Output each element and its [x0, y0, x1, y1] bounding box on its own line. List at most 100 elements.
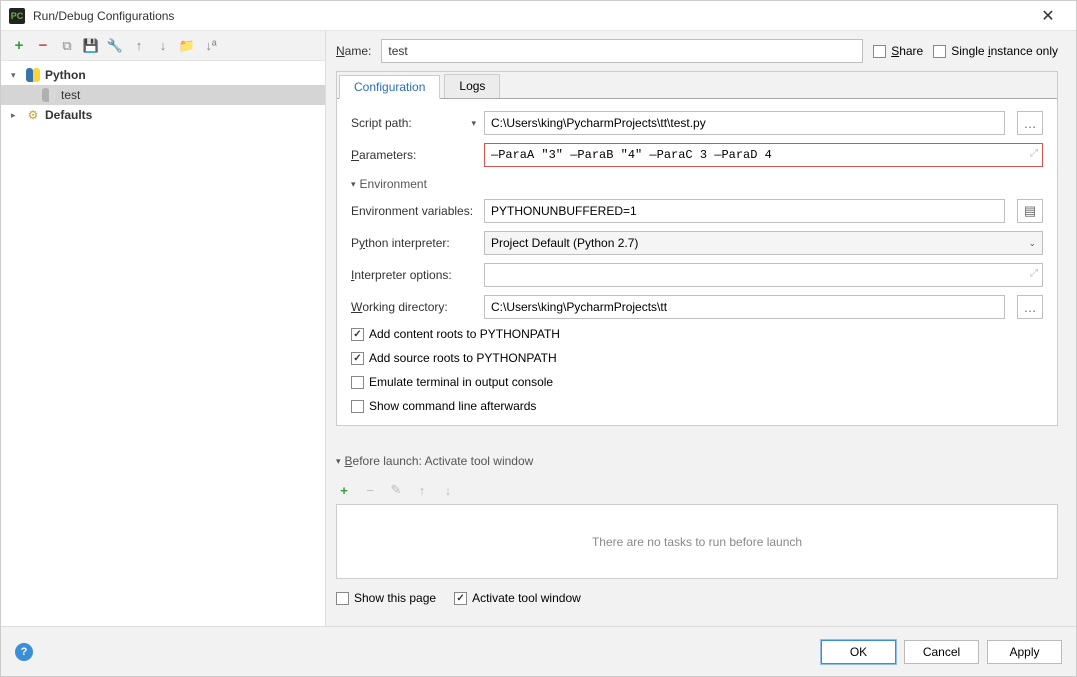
python-icon: [41, 87, 57, 103]
tree-label: Defaults: [45, 108, 92, 122]
tree-node-test[interactable]: test: [1, 85, 325, 105]
add-icon[interactable]: +: [336, 482, 352, 498]
browse-button[interactable]: …: [1017, 111, 1043, 135]
check-add-source-roots[interactable]: Add source roots to PYTHONPATH: [351, 351, 1043, 365]
script-path-field[interactable]: [491, 116, 998, 130]
single-instance-label: Single instance only: [951, 44, 1058, 58]
single-instance-checkbox[interactable]: Single instance only: [933, 44, 1058, 58]
working-dir-label: Working directory:: [351, 300, 476, 314]
chevron-down-icon: ▾: [11, 70, 21, 81]
interpreter-options-field[interactable]: [491, 268, 1036, 282]
tree-node-defaults[interactable]: ▸ ⚙ Defaults: [1, 105, 325, 125]
dialog-footer: ? OK Cancel Apply: [1, 626, 1076, 676]
gear-icon: ⚙: [25, 107, 41, 123]
apply-button[interactable]: Apply: [987, 640, 1062, 664]
close-icon[interactable]: ✕: [1028, 1, 1068, 31]
check-label: Add content roots to PYTHONPATH: [369, 327, 560, 341]
env-vars-edit-button[interactable]: ▤: [1017, 199, 1043, 223]
env-vars-field[interactable]: [491, 204, 998, 218]
copy-icon[interactable]: ⧉: [59, 38, 75, 54]
before-launch-header[interactable]: ▾ Before launch: Activate tool window: [336, 454, 1058, 468]
chevron-down-icon[interactable]: ▾: [471, 118, 476, 129]
environment-section-header[interactable]: ▾ Environment: [351, 177, 1043, 191]
interpreter-options-label: Interpreter options:: [351, 268, 476, 282]
help-icon[interactable]: ?: [15, 643, 33, 661]
remove-icon[interactable]: −: [362, 482, 378, 498]
before-launch-tasks: There are no tasks to run before launch: [336, 504, 1058, 579]
sort-icon[interactable]: ↓ª: [203, 38, 219, 54]
wrench-icon[interactable]: 🔧: [107, 38, 123, 54]
row-working-dir: Working directory: …: [351, 295, 1043, 319]
check-label: Activate tool window: [472, 591, 581, 605]
check-show-this-page[interactable]: Show this page: [336, 591, 436, 605]
folder-icon[interactable]: 📁: [179, 38, 195, 54]
ok-button[interactable]: OK: [821, 640, 896, 664]
checkbox-icon: [351, 376, 364, 389]
window-title: Run/Debug Configurations: [33, 9, 1028, 23]
checkbox-icon: [454, 592, 467, 605]
save-icon[interactable]: 💾: [83, 38, 99, 54]
sidebar-toolbar: + − ⧉ 💾 🔧 ↑ ↓ 📁 ↓ª: [1, 31, 325, 61]
chevron-down-icon: ▾: [351, 179, 356, 190]
working-dir-input[interactable]: [484, 295, 1005, 319]
checkbox-icon: [351, 400, 364, 413]
move-up-icon[interactable]: ↑: [131, 38, 147, 54]
check-label: Emulate terminal in output console: [369, 375, 553, 389]
interpreter-select[interactable]: Project Default (Python 2.7) ⌄: [484, 231, 1043, 255]
share-label: Share: [891, 44, 923, 58]
row-env-vars: Environment variables: ▤: [351, 199, 1043, 223]
name-label: Name:: [336, 44, 371, 58]
check-label: Show this page: [354, 591, 436, 605]
env-vars-input[interactable]: [484, 199, 1005, 223]
chevron-right-icon: ▸: [11, 110, 21, 121]
expand-icon[interactable]: ⤢: [1030, 148, 1038, 159]
row-script-path: Script path: ▾ …: [351, 111, 1043, 135]
before-launch-section: ▾ Before launch: Activate tool window + …: [336, 444, 1058, 579]
remove-icon[interactable]: −: [35, 38, 51, 54]
before-launch-toolbar: + − ✎ ↑ ↓: [336, 476, 1058, 504]
move-up-icon[interactable]: ↑: [414, 482, 430, 498]
content-area: + − ⧉ 💾 🔧 ↑ ↓ 📁 ↓ª ▾ Python test: [1, 31, 1076, 626]
tab-body-configuration: Script path: ▾ … Parameters: ⤢: [337, 99, 1057, 425]
check-label: Add source roots to PYTHONPATH: [369, 351, 557, 365]
environment-header-label: Environment: [360, 177, 427, 191]
working-dir-field[interactable]: [491, 300, 998, 314]
tabs-panel: Configuration Logs Script path: ▾ …: [336, 71, 1058, 426]
move-down-icon[interactable]: ↓: [440, 482, 456, 498]
tree-label: test: [61, 88, 80, 102]
env-vars-label: Environment variables:: [351, 204, 476, 218]
move-down-icon[interactable]: ↓: [155, 38, 171, 54]
chevron-down-icon: ▾: [336, 456, 341, 467]
bottom-check-row: Show this page Activate tool window: [336, 591, 1058, 605]
row-parameters: Parameters: ⤢: [351, 143, 1043, 167]
row-interpreter-options: Interpreter options: ⤢: [351, 263, 1043, 287]
check-show-cmdline[interactable]: Show command line afterwards: [351, 399, 1043, 413]
dialog-window: PC Run/Debug Configurations ✕ + − ⧉ 💾 🔧 …: [0, 0, 1077, 677]
tab-bar: Configuration Logs: [337, 72, 1057, 99]
checkbox-icon: [933, 45, 946, 58]
check-add-content-roots[interactable]: Add content roots to PYTHONPATH: [351, 327, 1043, 341]
tab-configuration[interactable]: Configuration: [339, 75, 440, 99]
tree-node-python[interactable]: ▾ Python: [1, 65, 325, 85]
cancel-button[interactable]: Cancel: [904, 640, 979, 664]
edit-icon[interactable]: ✎: [388, 482, 404, 498]
check-activate-tool-window[interactable]: Activate tool window: [454, 591, 581, 605]
parameters-field[interactable]: [491, 148, 1036, 162]
name-row: Name: Share Single instance only: [326, 31, 1076, 71]
tree-label: Python: [45, 68, 86, 82]
empty-tasks-text: There are no tasks to run before launch: [592, 535, 802, 549]
add-icon[interactable]: +: [11, 38, 27, 54]
share-checkbox[interactable]: Share: [873, 44, 923, 58]
pythonpath-checks: Add content roots to PYTHONPATH Add sour…: [351, 327, 1043, 413]
name-input[interactable]: [381, 39, 863, 63]
script-path-input[interactable]: [484, 111, 1005, 135]
check-emulate-terminal[interactable]: Emulate terminal in output console: [351, 375, 1043, 389]
parameters-label: Parameters:: [351, 148, 476, 162]
tab-logs[interactable]: Logs: [444, 74, 500, 98]
interpreter-options-input[interactable]: ⤢: [484, 263, 1043, 287]
expand-icon[interactable]: ⤢: [1030, 268, 1038, 279]
browse-button[interactable]: …: [1017, 295, 1043, 319]
config-tree: ▾ Python test ▸ ⚙ Defaults: [1, 61, 325, 626]
checkbox-icon: [336, 592, 349, 605]
parameters-input[interactable]: ⤢: [484, 143, 1043, 167]
